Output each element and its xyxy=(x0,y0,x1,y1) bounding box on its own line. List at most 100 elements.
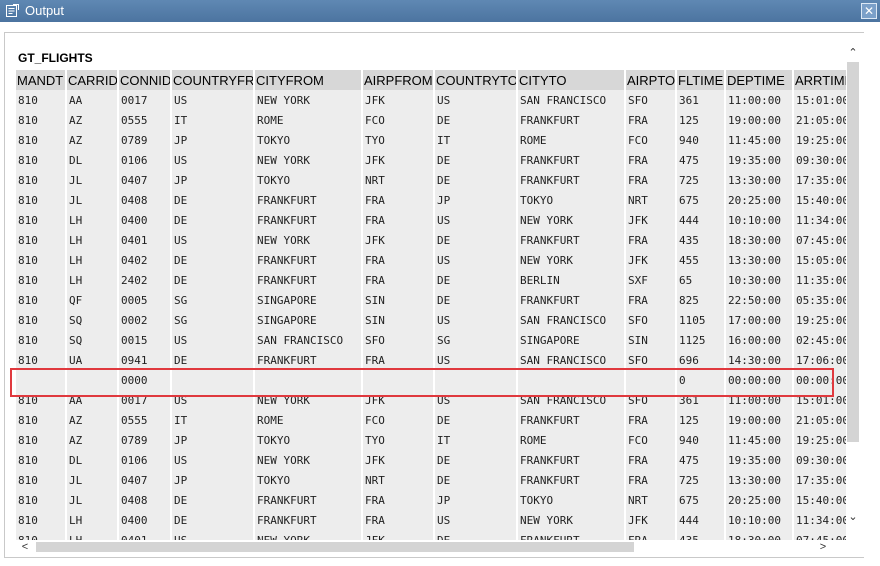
column-header-connid[interactable]: CONNID xyxy=(118,70,172,90)
table-row[interactable]: 810 LH 0402 DE FRANKFURT FRA US NEW YORK JFK 455 1… xyxy=(16,250,846,270)
cell-airpto: FRA xyxy=(625,110,677,130)
table-row[interactable]: 810 AA 0017 US NEW YORK JFK US SAN FRANCISCO SFO… xyxy=(16,90,846,110)
table-row[interactable]: 810 AZ 0789 JP TOKYO TYO IT ROME FCO 940 11:45:00 1… xyxy=(16,130,846,150)
cell-cityfrom: NEW YORK xyxy=(254,230,363,250)
column-header-carrid[interactable]: CARRID xyxy=(66,70,119,90)
table-row[interactable]: 810 DL 0106 US NEW YORK JFK DE FRANKFURT FRA 475 1… xyxy=(16,450,846,470)
cell-cityfrom: FRANKFURT xyxy=(254,350,363,370)
cell-deptime: 19:35:00 xyxy=(725,150,794,170)
cell-carrid: AZ xyxy=(66,130,119,150)
cell-airpfrom: SIN xyxy=(362,310,435,330)
cell-cityto: SAN FRANCISCO xyxy=(517,350,626,370)
column-header-arrtime[interactable]: ARRTIME xyxy=(793,70,846,90)
table-row[interactable]: 810 DL 0106 US NEW YORK JFK DE FRANKFURT FRA 475 1… xyxy=(16,150,846,170)
column-header-cityto[interactable]: CITYTO xyxy=(517,70,626,90)
cell-fltime: 435 xyxy=(676,230,726,250)
table-row[interactable]: 810 JL 0407 JP TOKYO NRT DE FRANKFURT FRA 725 13:3… xyxy=(16,170,846,190)
cell-airpto: FRA xyxy=(625,230,677,250)
cell-arrtime: 05:35:00 xyxy=(793,290,846,310)
table-row[interactable]: 810 AA 0017 US NEW YORK JFK US SAN FRANCISCO SFO… xyxy=(16,390,846,410)
window-titlebar: Output ✕ xyxy=(0,0,880,22)
cell-airpfrom: JFK xyxy=(362,230,435,250)
cell-deptime: 18:30:00 xyxy=(725,230,794,250)
cell-cityfrom: NEW YORK xyxy=(254,390,363,410)
cell-mandt: 810 xyxy=(16,350,67,370)
scroll-up-icon[interactable]: ⌃ xyxy=(847,46,859,60)
horizontal-scrollbar[interactable]: < > xyxy=(16,540,846,554)
close-button[interactable]: ✕ xyxy=(861,3,877,19)
table-row[interactable]: 810 AZ 0555 IT ROME FCO DE FRANKFURT FRA 125 19:00… xyxy=(16,410,846,430)
table-row[interactable]: 810 AZ 0555 IT ROME FCO DE FRANKFURT FRA 125 19:00… xyxy=(16,110,846,130)
table-row[interactable]: 810 LH 0401 US NEW YORK JFK DE FRANKFURT FRA 435 1… xyxy=(16,530,846,540)
table-row[interactable]: 810 SQ 0002 SG SINGAPORE SIN US SAN FRANCISCO SF… xyxy=(16,310,846,330)
cell-mandt: 810 xyxy=(16,130,67,150)
vertical-scrollbar[interactable]: ⌃ ⌄ xyxy=(846,44,860,528)
cell-carrid: LH xyxy=(66,530,119,540)
cell-connid: 0555 xyxy=(118,110,172,130)
column-header-deptime[interactable]: DEPTIME xyxy=(725,70,794,90)
cell-airpfrom: TYO xyxy=(362,130,435,150)
cell-mandt: 810 xyxy=(16,150,67,170)
cell-countryfr: DE xyxy=(171,510,255,530)
cell-countryto: IT xyxy=(434,430,518,450)
cell-cityto: FRANKFURT xyxy=(517,230,626,250)
cell-airpto: FRA xyxy=(625,530,677,540)
table-row[interactable]: 810 JL 0407 JP TOKYO NRT DE FRANKFURT FRA 725 13:3… xyxy=(16,470,846,490)
column-header-airpto[interactable]: AIRPTO xyxy=(625,70,677,90)
table-row-empty[interactable]: 0000 0 00:00:00 00:00:00 xyxy=(16,370,846,390)
table-row[interactable]: 810 UA 0941 DE FRANKFURT FRA US SAN FRANCISCO SF… xyxy=(16,350,846,370)
cell-fltime: 675 xyxy=(676,190,726,210)
cell-mandt: 810 xyxy=(16,110,67,130)
cell-countryfr: US xyxy=(171,230,255,250)
table-row[interactable]: 810 AZ 0789 JP TOKYO TYO IT ROME FCO 940 11:45:00 1… xyxy=(16,430,846,450)
cell-countryto: US xyxy=(434,390,518,410)
table-row[interactable]: 810 QF 0005 SG SINGAPORE SIN DE FRANKFURT FRA 825… xyxy=(16,290,846,310)
cell-cityto: BERLIN xyxy=(517,270,626,290)
cell-airpfrom: FRA xyxy=(362,210,435,230)
cell-carrid: LH xyxy=(66,210,119,230)
cell-cityto: FRANKFURT xyxy=(517,290,626,310)
cell-cityfrom xyxy=(254,370,363,390)
column-header-cityfrom[interactable]: CITYFROM xyxy=(254,70,363,90)
cell-carrid: AZ xyxy=(66,430,119,450)
cell-arrtime: 09:30:00 xyxy=(793,450,846,470)
cell-countryto: DE xyxy=(434,230,518,250)
column-header-countryto[interactable]: COUNTRYTO xyxy=(434,70,518,90)
cell-airpfrom: NRT xyxy=(362,470,435,490)
cell-countryfr: DE xyxy=(171,210,255,230)
cell-cityfrom: NEW YORK xyxy=(254,90,363,110)
cell-mandt xyxy=(16,370,67,390)
cell-arrtime: 21:05:00 xyxy=(793,110,846,130)
cell-cityto: SINGAPORE xyxy=(517,330,626,350)
cell-cityto: NEW YORK xyxy=(517,510,626,530)
cell-countryfr: DE xyxy=(171,190,255,210)
cell-countryto: US xyxy=(434,90,518,110)
horizontal-scroll-thumb[interactable] xyxy=(36,542,634,552)
cell-arrtime: 15:01:00 xyxy=(793,90,846,110)
vertical-scroll-thumb[interactable] xyxy=(847,62,859,442)
cell-countryfr: JP xyxy=(171,430,255,450)
column-header-countryfr[interactable]: COUNTRYFR xyxy=(171,70,255,90)
table-row[interactable]: 810 LH 0400 DE FRANKFURT FRA US NEW YORK JFK 444 1… xyxy=(16,510,846,530)
scroll-down-icon[interactable]: ⌄ xyxy=(847,510,859,524)
flights-table: MANDT CARRID CONNID COUNTRYFR CITYFROM AIRPFR… xyxy=(16,70,846,540)
cell-deptime: 13:30:00 xyxy=(725,470,794,490)
cell-deptime: 11:45:00 xyxy=(725,430,794,450)
cell-deptime: 19:00:00 xyxy=(725,410,794,430)
table-row[interactable]: 810 SQ 0015 US SAN FRANCISCO SFO SG SINGAPORE SI… xyxy=(16,330,846,350)
table-row[interactable]: 810 LH 0401 US NEW YORK JFK DE FRANKFURT FRA 435 1… xyxy=(16,230,846,250)
column-header-airpfrom[interactable]: AIRPFROM xyxy=(362,70,435,90)
cell-countryto: DE xyxy=(434,450,518,470)
column-header-mandt[interactable]: MANDT xyxy=(16,70,67,90)
scroll-left-icon[interactable]: < xyxy=(18,540,32,554)
table-row[interactable]: 810 LH 2402 DE FRANKFURT FRA DE BERLIN SXF 65 10:3… xyxy=(16,270,846,290)
cell-connid: 0789 xyxy=(118,130,172,150)
table-row[interactable]: 810 JL 0408 DE FRANKFURT FRA JP TOKYO NRT 675 20:2… xyxy=(16,490,846,510)
column-header-fltime[interactable]: FLTIME xyxy=(676,70,726,90)
table-row[interactable]: 810 LH 0400 DE FRANKFURT FRA US NEW YORK JFK 444 1… xyxy=(16,210,846,230)
cell-connid: 0106 xyxy=(118,450,172,470)
cell-deptime: 20:25:00 xyxy=(725,190,794,210)
table-row[interactable]: 810 JL 0408 DE FRANKFURT FRA JP TOKYO NRT 675 20:2… xyxy=(16,190,846,210)
scroll-right-icon[interactable]: > xyxy=(816,540,830,554)
cell-connid: 0555 xyxy=(118,410,172,430)
